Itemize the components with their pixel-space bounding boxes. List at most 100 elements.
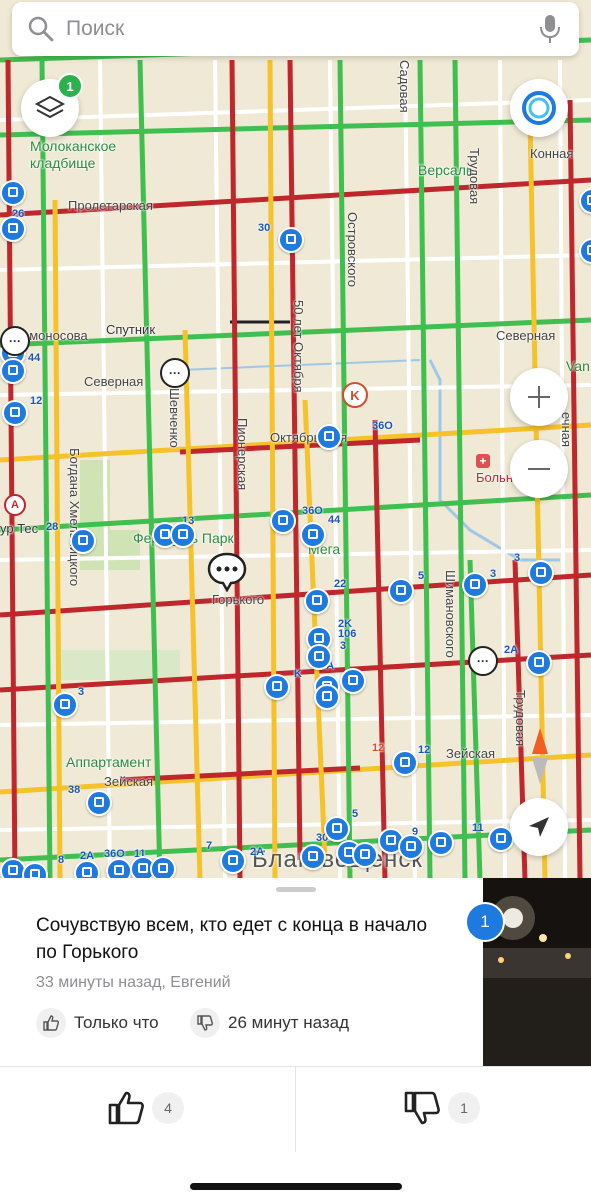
selected-chat-marker-icon[interactable] bbox=[207, 552, 247, 592]
bus-stop-icon[interactable] bbox=[264, 674, 290, 700]
van-label: Van bbox=[566, 358, 590, 374]
route-label: 36O bbox=[372, 420, 393, 432]
street-shimanovskogo: Шимановского bbox=[443, 570, 458, 658]
street-50-let: 50 лет Октября bbox=[291, 300, 306, 393]
bus-stop-icon[interactable] bbox=[0, 216, 26, 242]
bus-stop-icon[interactable] bbox=[270, 508, 296, 534]
search-placeholder[interactable]: Поиск bbox=[66, 17, 124, 41]
layers-button[interactable]: 1 bbox=[21, 73, 83, 137]
route-label: 106 bbox=[338, 628, 357, 640]
street-zeyskaya-right: Зейская bbox=[446, 746, 496, 761]
bus-stop-icon[interactable] bbox=[70, 528, 96, 554]
street-gorkogo: Горького bbox=[212, 592, 265, 607]
bus-stop-icon[interactable] bbox=[0, 180, 26, 206]
bus-stop-icon[interactable] bbox=[304, 588, 330, 614]
bus-stop-icon[interactable] bbox=[526, 650, 552, 676]
bus-stop-icon[interactable] bbox=[86, 790, 112, 816]
dislike-button[interactable]: 1 bbox=[404, 1090, 480, 1126]
search-bar[interactable]: Поиск bbox=[12, 2, 579, 56]
bus-stop-icon[interactable] bbox=[52, 692, 78, 718]
street-shevchenko: Шевченко bbox=[167, 388, 182, 448]
bus-stop-icon[interactable] bbox=[0, 358, 26, 384]
like-time: Только что bbox=[74, 1013, 159, 1032]
bus-stop-icon[interactable] bbox=[220, 848, 246, 874]
bus-stop-icon[interactable] bbox=[300, 522, 326, 548]
bus-stop-icon[interactable] bbox=[150, 856, 176, 880]
route-label: 12 bbox=[418, 744, 431, 756]
route-label: 8 bbox=[58, 854, 65, 866]
bus-stop-icon[interactable] bbox=[428, 830, 454, 856]
route-label: 30 bbox=[258, 222, 271, 234]
post-like-chip[interactable]: Только что bbox=[36, 1007, 159, 1039]
bus-stop-icon[interactable] bbox=[352, 842, 378, 868]
post-photo[interactable] bbox=[483, 878, 591, 1066]
thumb-up-icon bbox=[108, 1091, 144, 1125]
chat-marker-icon[interactable]: ··· bbox=[160, 358, 190, 388]
compass-icon[interactable] bbox=[528, 726, 552, 786]
route-label: 38 bbox=[68, 784, 81, 796]
route-label: 3 bbox=[340, 640, 347, 652]
route-label: 5 bbox=[418, 570, 425, 582]
route-label: 3 bbox=[514, 552, 521, 564]
bus-stop-icon[interactable] bbox=[106, 858, 132, 880]
bus-stop-icon[interactable] bbox=[316, 424, 342, 450]
bus-stop-icon[interactable] bbox=[2, 400, 28, 426]
bus-stop-icon[interactable] bbox=[324, 816, 350, 842]
home-indicator[interactable] bbox=[190, 1183, 402, 1190]
bus-stop-icon[interactable] bbox=[340, 668, 366, 694]
dislike-count: 1 bbox=[448, 1092, 480, 1124]
bus-stop-icon[interactable] bbox=[392, 750, 418, 776]
bus-stop-icon[interactable] bbox=[388, 578, 414, 604]
microphone-icon[interactable] bbox=[539, 14, 561, 44]
zoom-in-button[interactable] bbox=[510, 368, 568, 426]
bus-stop-icon[interactable] bbox=[300, 844, 326, 870]
bus-stop-icon[interactable] bbox=[170, 522, 196, 548]
layers-badge: 1 bbox=[57, 73, 83, 99]
post-dislike-chip[interactable]: 26 минут назад bbox=[190, 1007, 349, 1039]
bus-stop-icon[interactable] bbox=[74, 860, 100, 880]
zoom-out-button[interactable] bbox=[510, 440, 568, 498]
like-count: 4 bbox=[152, 1092, 184, 1124]
street-trudovaya-bottom: Трудовая bbox=[513, 690, 528, 747]
street-severnaya-left: Северная bbox=[84, 374, 144, 389]
street-severnaya-right: Северная bbox=[496, 328, 556, 343]
bus-stop-icon[interactable] bbox=[314, 684, 340, 710]
route-label: 11 bbox=[472, 822, 484, 834]
cemetery-label: Молоканское кладбище bbox=[30, 138, 117, 171]
k-store-icon: K bbox=[342, 382, 368, 408]
bus-stop-icon[interactable] bbox=[278, 227, 304, 253]
assistant-button[interactable] bbox=[510, 79, 568, 137]
bus-stop-icon[interactable] bbox=[306, 644, 332, 670]
chat-marker-icon[interactable]: ··· bbox=[0, 326, 30, 356]
bus-stop-icon[interactable] bbox=[462, 572, 488, 598]
traffic-map[interactable]: Молоканское кладбище Спутник Версаль Фер… bbox=[0, 0, 591, 880]
locate-me-button[interactable] bbox=[510, 798, 568, 856]
street-bogdana: Богдана Хмельницкого bbox=[67, 448, 82, 587]
post-meta: 33 минуты назад, Евгений bbox=[36, 974, 231, 991]
like-button[interactable]: 4 bbox=[108, 1090, 184, 1126]
minus-icon bbox=[528, 468, 550, 470]
route-label: 7 bbox=[206, 840, 213, 852]
route-label: 28 bbox=[46, 521, 59, 533]
post-text: Сочувствую всем, кто едет с конца в нача… bbox=[36, 915, 428, 963]
route-label: 44 bbox=[28, 352, 41, 364]
street-ostrovskogo: Островского bbox=[345, 212, 360, 288]
navigation-arrow-icon bbox=[529, 817, 549, 837]
apartament-label: Аппартамент bbox=[66, 754, 152, 770]
chat-marker-icon[interactable]: ··· bbox=[468, 646, 498, 676]
photo-count-badge: 1 bbox=[465, 902, 505, 942]
street-zeyskaya-left: Зейская bbox=[104, 774, 154, 789]
sheet-handle[interactable] bbox=[276, 887, 316, 892]
route-label: 2A bbox=[250, 846, 265, 858]
street-konnaya: Конная bbox=[530, 146, 574, 161]
route-label: 36O bbox=[302, 505, 323, 517]
route-label: 22 bbox=[334, 578, 347, 590]
street-sadovaya: Садовая bbox=[397, 60, 412, 113]
bus-stop-icon[interactable] bbox=[528, 560, 554, 586]
bus-stop-icon[interactable] bbox=[398, 834, 424, 860]
street-proletarskaya: Пролетарская bbox=[68, 198, 153, 213]
route-label: 2A bbox=[504, 644, 519, 656]
sputnik-label: Спутник bbox=[106, 322, 156, 337]
layers-icon bbox=[34, 95, 66, 119]
assistant-icon bbox=[522, 91, 556, 125]
